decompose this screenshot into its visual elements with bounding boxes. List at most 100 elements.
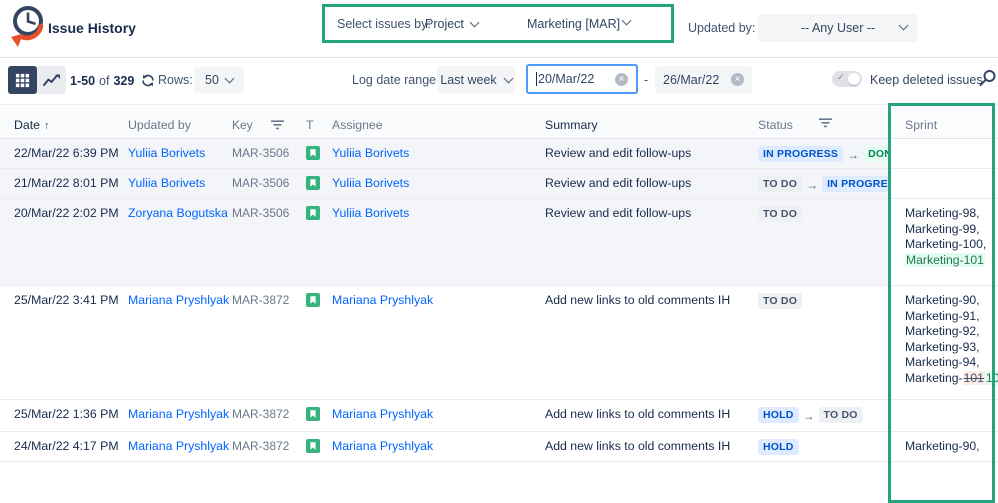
app-logo-icon xyxy=(7,3,47,49)
date-from-input[interactable]: 20/Mar/22 xyxy=(526,64,638,94)
status-badge: TO DO xyxy=(758,293,803,309)
assignee-link[interactable]: Yuliia Borivets xyxy=(332,176,409,190)
view-toggle xyxy=(8,66,66,94)
table-row: 21/Mar/22 8:01 PM Yuliia Borivets MAR-3506… xyxy=(0,169,998,199)
cell-assignee: Mariana Pryshlyak xyxy=(328,286,535,399)
sprint-line: Marketing-90, xyxy=(905,293,994,309)
story-icon xyxy=(306,206,320,223)
table-row: 24/Mar/22 4:17 PM Mariana Pryshlyak MAR-38… xyxy=(0,432,998,462)
log-date-range-label: Log date range: xyxy=(352,73,440,87)
cell-date: 20/Mar/22 2:02 PM xyxy=(14,206,119,220)
chevron-down-icon xyxy=(224,73,235,84)
updated-by-dropdown[interactable]: -- Any User -- xyxy=(758,14,918,42)
chevron-down-icon xyxy=(469,17,480,28)
status-badge: TO DO xyxy=(758,176,803,192)
chart-view-button[interactable] xyxy=(37,66,66,94)
status-badge: HOLD xyxy=(758,407,799,423)
cell-issue-key: MAR-3506 xyxy=(232,206,290,220)
rows-per-page-dropdown[interactable]: 50 xyxy=(194,67,244,93)
sprint-line: Marketing-99, xyxy=(905,222,994,238)
header-status: Status xyxy=(750,111,888,132)
cell-issue-key: MAR-3872 xyxy=(232,439,290,453)
sprint-line: Marketing-91, xyxy=(905,309,994,325)
keep-deleted-toggle[interactable]: ✓ xyxy=(832,71,862,87)
status-badge: IN PROGRESS xyxy=(822,176,888,192)
cell-date: 25/Mar/22 1:36 PM xyxy=(14,407,119,421)
cell-status: TO DO xyxy=(750,199,888,285)
range-separator: - xyxy=(644,73,649,87)
table-body: 22/Mar/22 6:39 PM Yuliia Borivets MAR-3506… xyxy=(0,139,998,462)
sprint-value: Marketing-94, xyxy=(905,355,980,369)
clear-icon[interactable] xyxy=(615,72,628,86)
sprint-added-value: Marketing-101 xyxy=(905,252,985,267)
cell-issue-type xyxy=(300,432,328,461)
updated-by-link[interactable]: Zoryana Bogutska xyxy=(128,206,228,220)
filter-icon[interactable] xyxy=(818,118,832,128)
sprint-value: Marketing-90, xyxy=(905,293,980,307)
assignee-link[interactable]: Mariana Pryshlyak xyxy=(332,439,433,453)
cell-assignee: Yuliia Borivets xyxy=(328,199,535,285)
table-row: 25/Mar/22 3:41 PM Mariana Pryshlyak MAR-38… xyxy=(0,286,998,400)
sprint-line: Marketing-93, xyxy=(905,340,994,356)
issue-history-app: Issue History Select issues by: Project … xyxy=(0,0,998,503)
project-dropdown[interactable]: Marketing [MAR] xyxy=(527,15,632,31)
chevron-down-icon xyxy=(621,15,632,26)
status-badge: TO DO xyxy=(818,407,863,423)
filter-icon[interactable] xyxy=(270,120,284,130)
toggle-knob xyxy=(848,73,860,85)
cell-date: 21/Mar/22 8:01 PM xyxy=(14,176,119,190)
cell-issue-type xyxy=(300,199,328,285)
status-arrow-icon: → xyxy=(806,178,819,192)
header-date[interactable]: Date ↑ xyxy=(0,111,128,132)
cell-issue-key: MAR-3872 xyxy=(232,293,290,307)
refresh-icon[interactable] xyxy=(141,73,155,88)
status-arrow-icon: → xyxy=(802,409,815,423)
cell-issue-key: MAR-3872 xyxy=(232,407,290,421)
story-icon xyxy=(306,176,320,193)
updated-by-link[interactable]: Mariana Pryshlyak xyxy=(128,407,229,421)
select-issues-annotation-box: Select issues by: Project Marketing [MAR… xyxy=(322,4,674,43)
page-title: Issue History xyxy=(48,20,136,36)
keep-deleted-label: Keep deleted issues xyxy=(870,73,983,87)
updated-by-link[interactable]: Yuliia Borivets xyxy=(128,176,205,190)
updated-by-link[interactable]: Mariana Pryshlyak xyxy=(128,439,229,453)
table-row: 20/Mar/22 2:02 PM Zoryana Bogutska MAR-350… xyxy=(0,199,998,286)
status-arrow-icon: → xyxy=(847,148,860,162)
chevron-down-icon xyxy=(503,73,514,83)
status-badge: DONE xyxy=(863,146,888,162)
cell-date: 22/Mar/22 6:39 PM xyxy=(14,146,119,160)
cell-assignee: Mariana Pryshlyak xyxy=(328,400,535,431)
story-icon xyxy=(306,439,320,456)
date-preset-dropdown[interactable]: Last week xyxy=(437,66,515,93)
chart-view-icon xyxy=(42,74,60,86)
cell-assignee: Yuliia Borivets xyxy=(328,139,535,168)
header-sprint: Sprint xyxy=(888,111,998,132)
cell-date: 25/Mar/22 3:41 PM xyxy=(14,293,119,307)
cell-date: 24/Mar/22 4:17 PM xyxy=(14,439,119,453)
date-to-input[interactable]: 26/Mar/22 xyxy=(655,66,752,93)
cell-status: TO DO→IN PROGRESS xyxy=(750,169,888,198)
sprint-value: Marketing-90, xyxy=(905,439,980,453)
status-badge: TO DO xyxy=(758,206,803,222)
select-mode-dropdown[interactable]: Project xyxy=(425,17,480,31)
cell-status: HOLD → TO DO xyxy=(750,400,888,431)
search-icon[interactable] xyxy=(978,69,997,88)
sprint-line: Marketing-101 xyxy=(905,252,994,269)
assignee-link[interactable]: Mariana Pryshlyak xyxy=(332,407,433,421)
updated-by-link[interactable]: Yuliia Borivets xyxy=(128,146,205,160)
cell-sprint xyxy=(888,139,998,168)
assignee-link[interactable]: Yuliia Borivets xyxy=(332,206,409,220)
cell-issue-type xyxy=(300,286,328,399)
sprint-value: Marketing-91, xyxy=(905,308,980,323)
sprint-value: Marketing- xyxy=(905,370,963,385)
grid-view-button[interactable] xyxy=(8,66,37,94)
assignee-link[interactable]: Mariana Pryshlyak xyxy=(332,293,433,307)
updated-by-link[interactable]: Mariana Pryshlyak xyxy=(128,293,229,307)
cell-summary: Review and edit follow-ups xyxy=(545,206,692,220)
cell-sprint: Marketing-98, Marketing-99, Marketing-100,… xyxy=(888,199,998,285)
sprint-line: Marketing-90, xyxy=(905,439,994,455)
assignee-link[interactable]: Yuliia Borivets xyxy=(332,146,409,160)
header-summary: Summary xyxy=(545,118,598,132)
cell-updated-by: Yuliia Borivets xyxy=(128,169,232,198)
clear-icon[interactable] xyxy=(731,73,744,86)
